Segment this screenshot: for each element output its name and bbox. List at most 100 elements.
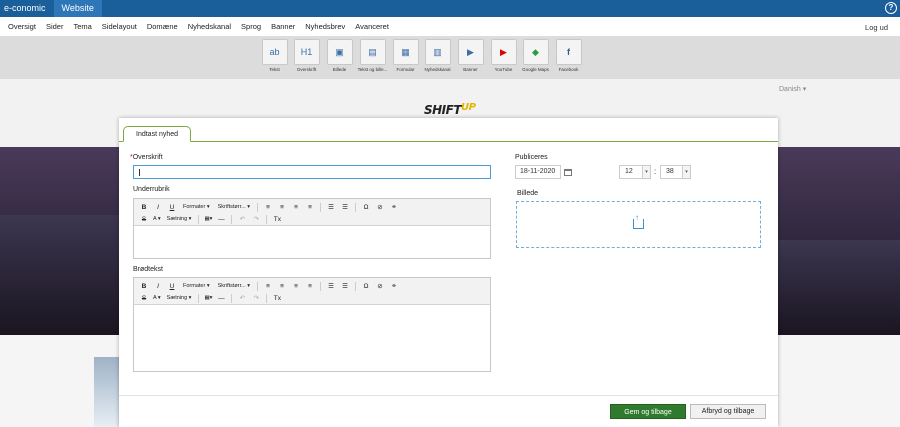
calendar-icon[interactable] — [564, 169, 572, 176]
horizontal-rule-icon[interactable]: — — [214, 295, 228, 302]
bold-button[interactable]: B — [137, 283, 151, 290]
menu-item-sprog[interactable]: Sprog — [237, 22, 267, 31]
undo-icon[interactable]: ↶ — [235, 294, 249, 302]
menu-item-sidelayout[interactable]: Sidelayout — [98, 22, 143, 31]
typeface-dropdown[interactable]: Sætning ▾ — [163, 295, 196, 301]
tool-form[interactable]: ▦ Formular — [390, 39, 421, 72]
image-label: Billede — [517, 190, 539, 197]
special-char-icon[interactable]: Ω — [359, 283, 373, 290]
main-menu: Oversigt Sider Tema Sidelayout Domæne Ny… — [0, 17, 900, 37]
tool-label: Google Maps — [522, 67, 549, 72]
dialog-footer: Gem og tilbage Afbryd og tilbage — [119, 395, 778, 427]
tool-label: Overskrift — [296, 67, 317, 72]
justify-icon[interactable]: ≡ — [303, 204, 317, 211]
align-right-icon[interactable]: ≡ — [289, 204, 303, 211]
italic-button[interactable]: I — [151, 283, 165, 290]
link-icon[interactable]: ⚭ — [387, 282, 401, 290]
italic-button[interactable]: I — [151, 204, 165, 211]
youtube-icon: ▶ — [490, 39, 517, 65]
strikethrough-button[interactable]: S — [137, 216, 151, 223]
menu-item-tema[interactable]: Tema — [69, 22, 97, 31]
tool-newsfeed[interactable]: ▥ Nyhedskanal — [422, 39, 453, 72]
menu-item-oversigt[interactable]: Oversigt — [4, 22, 42, 31]
content-image — [94, 357, 120, 427]
city-skyline — [0, 215, 120, 335]
underline-button[interactable]: U — [165, 204, 179, 211]
typeface-dropdown[interactable]: Sætning ▾ — [163, 216, 196, 222]
editor-toolbar: B I U Formater ▾ Skriftstørr... ▾ ≡ ≡ ≡ … — [134, 199, 490, 226]
redo-icon[interactable]: ↷ — [249, 215, 263, 223]
clear-format-icon[interactable]: Tx — [270, 295, 284, 302]
subheading-editor[interactable]: B I U Formater ▾ Skriftstørr... ▾ ≡ ≡ ≡ … — [133, 198, 491, 259]
menu-item-nyhedskanal[interactable]: Nyhedskanal — [184, 22, 237, 31]
formats-dropdown[interactable]: Formater ▾ — [179, 204, 214, 210]
editor-toolbar: B I U Formater ▾ Skriftstørr... ▾ ≡ ≡ ≡ … — [134, 278, 490, 305]
text-color-dropdown[interactable]: A ▾ — [151, 295, 163, 301]
tool-heading[interactable]: H1 Overskrift — [291, 39, 322, 72]
newsfeed-icon: ▥ — [424, 39, 451, 65]
link-icon[interactable]: ⚭ — [387, 203, 401, 211]
chevron-down-icon: ▾ — [642, 166, 650, 178]
justify-icon[interactable]: ≡ — [303, 283, 317, 290]
strikethrough-button[interactable]: S — [137, 295, 151, 302]
table-icon[interactable]: ▦▾ — [202, 216, 214, 222]
save-and-back-button[interactable]: Gem og tilbage — [610, 404, 686, 419]
align-left-icon[interactable]: ≡ — [261, 204, 275, 211]
tool-image[interactable]: ▣ Billede — [324, 39, 355, 72]
menu-item-domaene[interactable]: Domæne — [143, 22, 184, 31]
redo-icon[interactable]: ↷ — [249, 294, 263, 302]
underline-button[interactable]: U — [165, 283, 179, 290]
city-skyline — [778, 240, 900, 335]
bullet-list-icon[interactable]: ☰ — [324, 282, 338, 290]
menu-item-sider[interactable]: Sider — [42, 22, 70, 31]
minute-select[interactable]: 38 ▾ — [660, 165, 691, 179]
special-char-icon[interactable]: Ω — [359, 204, 373, 211]
toolbar-row: B I U Formater ▾ Skriftstørr... ▾ ≡ ≡ ≡ … — [134, 280, 401, 292]
bold-button[interactable]: B — [137, 204, 151, 211]
publish-label: Publiceres — [515, 154, 548, 161]
tool-facebook[interactable]: f Facebook — [553, 39, 584, 72]
hour-select[interactable]: 12 ▾ — [619, 165, 651, 179]
text-color-dropdown[interactable]: A ▾ — [151, 216, 163, 222]
align-center-icon[interactable]: ≡ — [275, 283, 289, 290]
formats-dropdown[interactable]: Formater ▾ — [179, 283, 214, 289]
body-label: Brødtekst — [133, 266, 163, 273]
undo-icon[interactable]: ↶ — [235, 215, 249, 223]
menu-item-avanceret[interactable]: Avanceret — [351, 22, 395, 31]
numbered-list-icon[interactable]: ☰ — [338, 203, 352, 211]
align-center-icon[interactable]: ≡ — [275, 204, 289, 211]
brand-name[interactable]: e-conomic — [0, 0, 54, 17]
news-entry-dialog: Indtast nyhed *Overskrift Underrubrik B … — [119, 118, 778, 427]
language-selector[interactable]: Danish ▾ — [779, 85, 806, 93]
tool-google-maps[interactable]: ◆ Google Maps — [520, 39, 551, 72]
cancel-and-back-button[interactable]: Afbryd og tilbage — [690, 404, 766, 419]
tab-enter-news[interactable]: Indtast nyhed — [123, 126, 192, 142]
publish-date-input[interactable]: 18-11-2020 — [515, 165, 561, 179]
unlink-icon[interactable]: ⊘ — [373, 282, 387, 290]
tool-text[interactable]: ab Tekst — [259, 39, 290, 72]
headline-input[interactable] — [133, 165, 491, 179]
toolbar-divider — [231, 293, 233, 303]
toolbar-divider — [355, 281, 357, 291]
font-size-dropdown[interactable]: Skriftstørr... ▾ — [214, 283, 254, 289]
align-right-icon[interactable]: ≡ — [289, 283, 303, 290]
menu-item-nyhedsbrev[interactable]: Nyhedsbrev — [301, 22, 351, 31]
logout-link[interactable]: Log ud — [865, 23, 888, 32]
tool-youtube[interactable]: ▶ YouTube — [488, 39, 519, 72]
help-icon[interactable]: ? — [885, 2, 897, 14]
unlink-icon[interactable]: ⊘ — [373, 203, 387, 211]
toolbar-divider — [320, 281, 322, 291]
align-left-icon[interactable]: ≡ — [261, 283, 275, 290]
tool-text-image[interactable]: ▤ Tekst og bille... — [357, 39, 388, 72]
tool-banner[interactable]: ▶ Banner — [455, 39, 486, 72]
table-icon[interactable]: ▦▾ — [202, 295, 214, 301]
body-editor[interactable]: B I U Formater ▾ Skriftstørr... ▾ ≡ ≡ ≡ … — [133, 277, 491, 372]
menu-item-banner[interactable]: Banner — [267, 22, 301, 31]
tab-website[interactable]: Website — [53, 0, 102, 17]
horizontal-rule-icon[interactable]: — — [214, 216, 228, 223]
numbered-list-icon[interactable]: ☰ — [338, 282, 352, 290]
image-dropzone[interactable] — [516, 201, 761, 248]
clear-format-icon[interactable]: Tx — [270, 216, 284, 223]
font-size-dropdown[interactable]: Skriftstørr... ▾ — [214, 204, 254, 210]
bullet-list-icon[interactable]: ☰ — [324, 203, 338, 211]
